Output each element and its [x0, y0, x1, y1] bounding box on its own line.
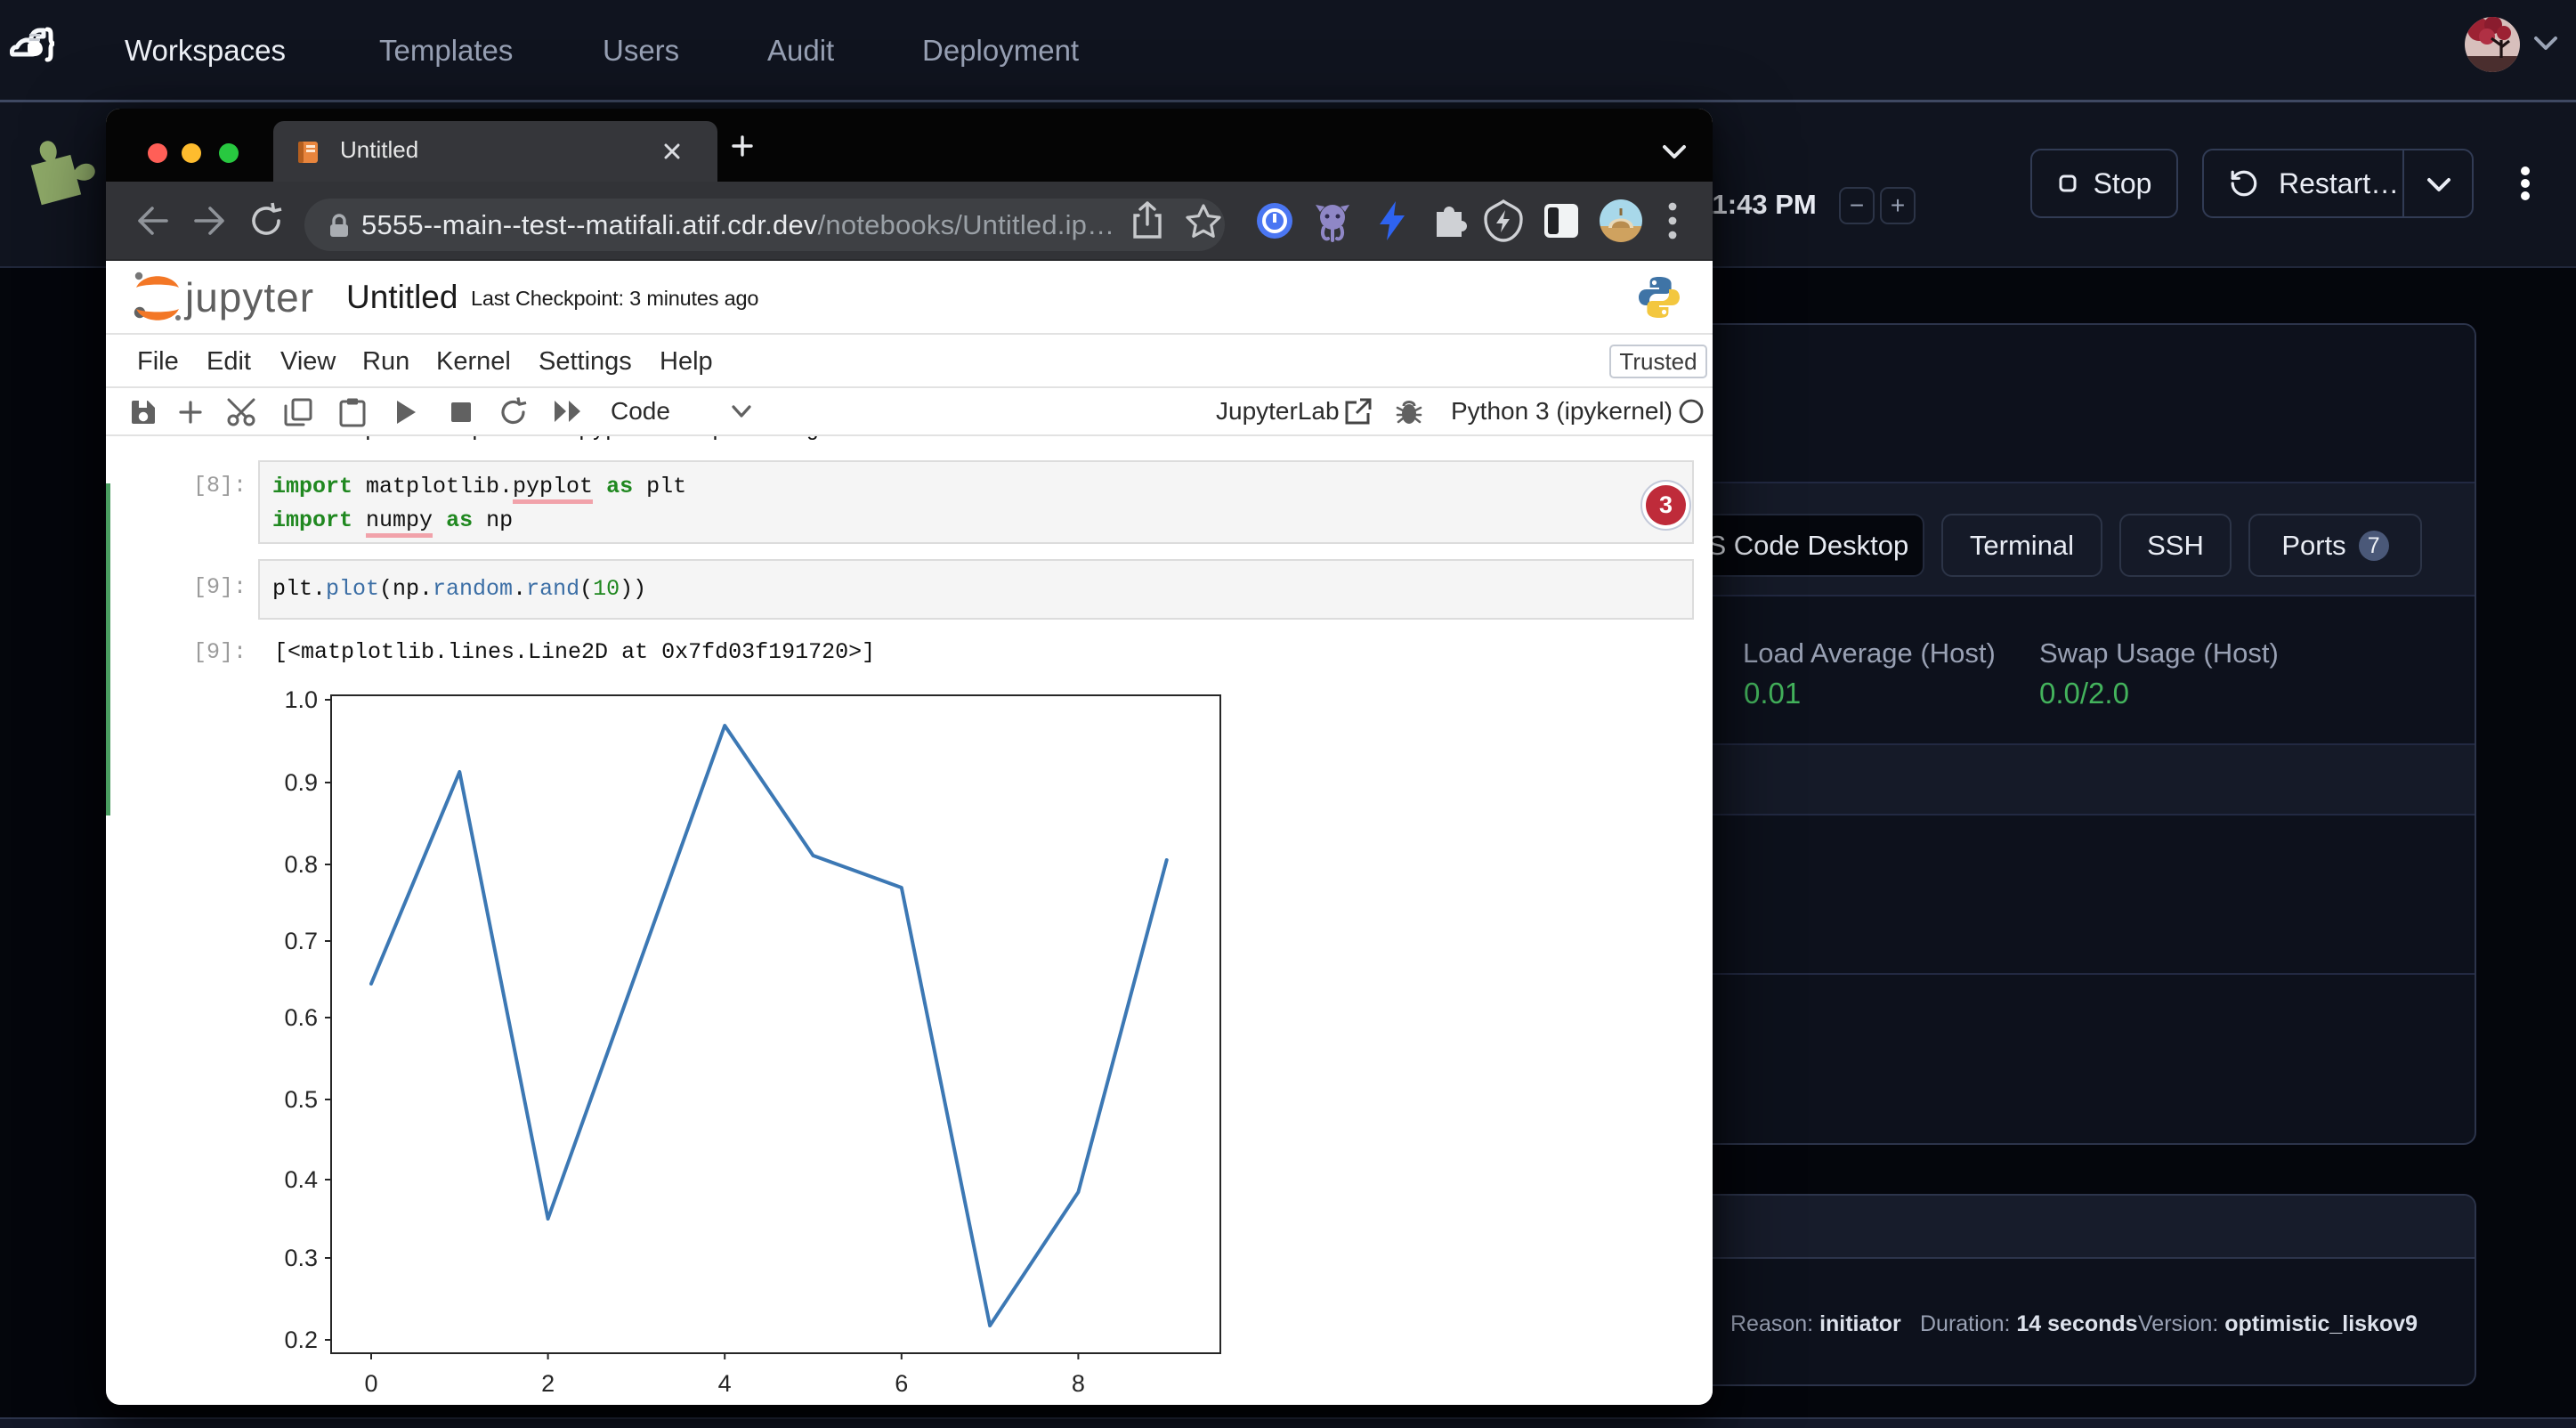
svg-text:1.0: 1.0 [284, 686, 318, 713]
svg-text:6: 6 [895, 1370, 908, 1397]
svg-text:0.8: 0.8 [284, 851, 318, 878]
svg-text:0.7: 0.7 [284, 928, 318, 954]
svg-text:0: 0 [364, 1370, 377, 1397]
svg-text:0.4: 0.4 [284, 1166, 318, 1193]
svg-text:4: 4 [718, 1370, 732, 1397]
svg-text:0.5: 0.5 [284, 1086, 318, 1113]
svg-text:2: 2 [541, 1370, 555, 1397]
svg-text:0.2: 0.2 [284, 1327, 318, 1353]
svg-text:0.9: 0.9 [284, 769, 318, 796]
svg-text:0.6: 0.6 [284, 1004, 318, 1031]
svg-text:0.3: 0.3 [284, 1245, 318, 1271]
svg-text:8: 8 [1072, 1370, 1085, 1397]
